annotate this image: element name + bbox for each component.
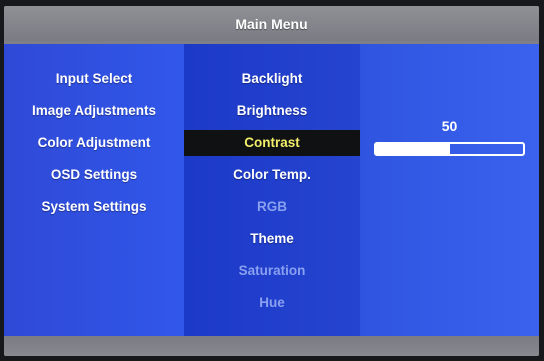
category-item-osd-settings[interactable]: OSD Settings [4,164,184,186]
sub-menu: Backlight Brightness Contrast Color Temp… [184,44,360,336]
sub-item-theme[interactable]: Theme [184,228,360,250]
sub-item-hue: Hue [259,295,285,310]
sub-item-rgb: RGB [257,199,287,214]
menu-title: Main Menu [235,15,308,32]
sub-item-contrast-selected[interactable]: Contrast [184,130,360,156]
contrast-value: 50 [441,118,458,134]
contrast-slider-fill [376,144,450,154]
category-item-image-adjustments[interactable]: Image Adjustments [4,100,184,122]
value-panel: 50 [360,44,539,336]
osd-main-menu: Main Menu Input Select Image Adjustments… [4,6,539,356]
sub-item-backlight[interactable]: Backlight [184,68,360,90]
sub-item-saturation: Saturation [238,263,306,278]
monitor-screen: Main Menu Input Select Image Adjustments… [0,0,544,361]
sub-item-color-temp[interactable]: Color Temp. [184,164,360,186]
page-title: Main Menu [4,6,539,41]
sub-item-brightness[interactable]: Brightness [184,100,360,122]
category-item-system-settings[interactable]: System Settings [4,196,184,218]
contrast-slider[interactable] [374,142,525,156]
category-item-color-adjustment[interactable]: Color Adjustment [4,132,184,154]
category-menu: Input Select Image Adjustments Color Adj… [4,44,184,336]
category-item-input-select[interactable]: Input Select [4,68,184,90]
status-bar [4,336,539,356]
